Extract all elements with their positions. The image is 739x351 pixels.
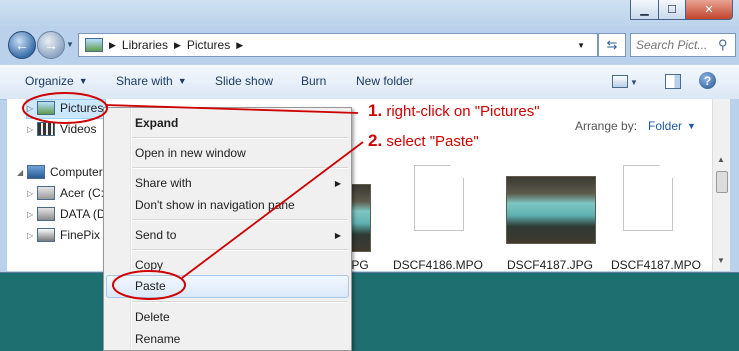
step1-annotation: 1. right-click on "Pictures" — [368, 101, 540, 121]
step2-text: select "Paste" — [386, 133, 479, 150]
step1-number: 1. — [368, 101, 383, 120]
annotation-overlay — [22, 92, 364, 300]
step2-connector-line — [181, 141, 364, 279]
paste-highlight-circle — [112, 270, 186, 300]
pictures-highlight-circle — [22, 92, 108, 124]
step1-text: right-click on "Pictures" — [386, 103, 540, 120]
step1-connector-line — [105, 104, 359, 114]
step2-number: 2. — [368, 131, 383, 150]
step2-annotation: 2. select "Paste" — [368, 131, 479, 151]
